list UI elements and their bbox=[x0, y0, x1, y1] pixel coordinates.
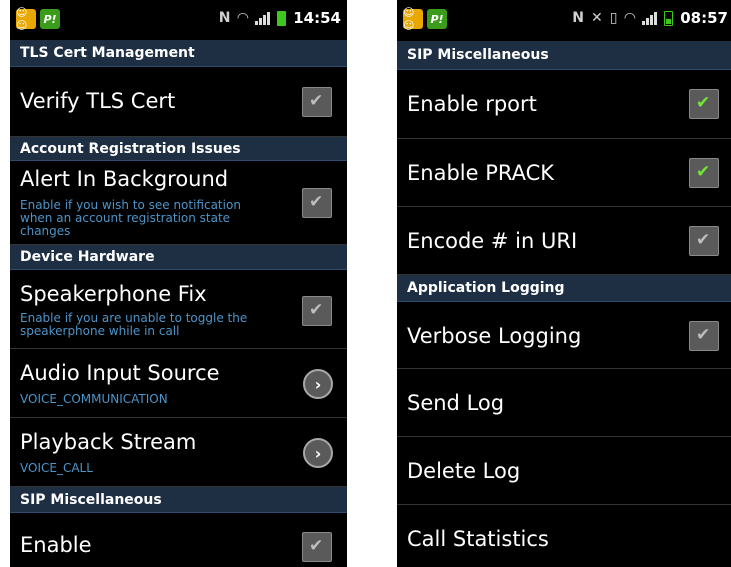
setting-title: Enable bbox=[20, 533, 92, 557]
section-header-hardware: Device Hardware bbox=[10, 245, 347, 270]
speakerphone-fix-checkbox[interactable] bbox=[302, 296, 332, 326]
setting-title: Verify TLS Cert bbox=[20, 89, 176, 113]
pl-app-icon: P! bbox=[40, 9, 60, 29]
enable-prack-checkbox[interactable] bbox=[689, 158, 719, 188]
section-header-logging: Application Logging bbox=[397, 275, 731, 302]
signal-icon bbox=[255, 11, 271, 25]
setting-call-statistics[interactable]: Call Statistics bbox=[397, 505, 731, 565]
battery-icon bbox=[664, 10, 674, 26]
setting-delete-log[interactable]: Delete Log bbox=[397, 437, 731, 505]
section-header-tls: TLS Cert Management bbox=[10, 40, 347, 67]
setting-title: Alert In Background bbox=[20, 167, 229, 191]
setting-alert-in-background[interactable]: Alert In Background Enable if you wish t… bbox=[10, 161, 347, 245]
setting-enable-prack[interactable]: Enable PRACK bbox=[397, 139, 731, 207]
setting-verbose-logging[interactable]: Verbose Logging bbox=[397, 302, 731, 369]
wifi-icon: ◠ bbox=[624, 10, 636, 26]
nfc-icon: N bbox=[218, 10, 231, 26]
nfc-icon: N bbox=[572, 10, 585, 26]
clock: 14:54 bbox=[293, 9, 341, 27]
enable-rport-checkbox[interactable] bbox=[689, 89, 719, 119]
signal-icon bbox=[642, 11, 658, 25]
kids-app-icon: ☺☺ bbox=[403, 6, 423, 32]
right-phone-screen: ☺☺ P! N ✕ ▯ ◠ 08:57 SIP Miscellaneous En… bbox=[397, 0, 731, 567]
setting-verify-tls-cert[interactable]: Verify TLS Cert bbox=[10, 67, 347, 137]
setting-audio-input-source[interactable]: Audio Input Source VOICE_COMMUNICATION › bbox=[10, 349, 347, 418]
setting-title: Delete Log bbox=[407, 459, 521, 483]
encode-uri-checkbox[interactable] bbox=[689, 226, 719, 256]
chevron-right-icon[interactable]: › bbox=[303, 369, 333, 399]
setting-title: Verbose Logging bbox=[407, 324, 582, 348]
setting-title: Call Statistics bbox=[407, 527, 549, 551]
partial-checkbox[interactable] bbox=[302, 532, 332, 562]
setting-title: Enable PRACK bbox=[407, 161, 555, 185]
alert-background-checkbox[interactable] bbox=[302, 188, 332, 218]
setting-title: Audio Input Source bbox=[20, 361, 220, 385]
kids-app-icon: ☺☺ bbox=[16, 6, 36, 32]
battery-charging-icon bbox=[277, 10, 287, 26]
mute-icon: ✕ bbox=[591, 10, 603, 26]
setting-encode-in-uri[interactable]: Encode # in URI bbox=[397, 207, 731, 275]
setting-speakerphone-fix[interactable]: Speakerphone Fix Enable if you are unabl… bbox=[10, 270, 347, 349]
chevron-right-icon[interactable]: › bbox=[303, 438, 333, 468]
setting-summary: Enable if you wish to see notification w… bbox=[20, 198, 241, 238]
verify-tls-checkbox[interactable] bbox=[302, 87, 332, 117]
status-bar: ☺☺ P! N ◠ 14:54 bbox=[10, 0, 347, 40]
setting-title: Send Log bbox=[407, 391, 505, 415]
left-phone-screen: ☺☺ P! N ◠ 14:54 TLS Cert Management Veri… bbox=[10, 0, 347, 567]
setting-enable-rport[interactable]: Enable rport bbox=[397, 70, 731, 139]
setting-title: Enable rport bbox=[407, 92, 537, 116]
section-header-sip: SIP Miscellaneous bbox=[397, 41, 731, 70]
setting-send-log[interactable]: Send Log bbox=[397, 369, 731, 437]
section-header-sip: SIP Miscellaneous bbox=[10, 487, 347, 513]
verbose-logging-checkbox[interactable] bbox=[689, 321, 719, 351]
clock: 08:57 bbox=[680, 9, 728, 27]
setting-summary: VOICE_CALL bbox=[20, 461, 93, 475]
section-header-account: Account Registration Issues bbox=[10, 137, 347, 161]
setting-title: Speakerphone Fix bbox=[20, 282, 207, 306]
setting-title: Encode # in URI bbox=[407, 229, 578, 253]
vibrate-icon: ▯ bbox=[609, 10, 618, 26]
setting-title: Playback Stream bbox=[20, 430, 197, 454]
setting-summary: Enable if you are unable to toggle the s… bbox=[20, 311, 248, 338]
setting-summary: VOICE_COMMUNICATION bbox=[20, 392, 168, 406]
status-bar: ☺☺ P! N ✕ ▯ ◠ 08:57 bbox=[397, 0, 731, 41]
pl-app-icon: P! bbox=[427, 9, 447, 29]
wifi-icon: ◠ bbox=[237, 10, 249, 26]
setting-enable-partial[interactable]: Enable bbox=[10, 513, 347, 567]
setting-playback-stream[interactable]: Playback Stream VOICE_CALL › bbox=[10, 418, 347, 487]
